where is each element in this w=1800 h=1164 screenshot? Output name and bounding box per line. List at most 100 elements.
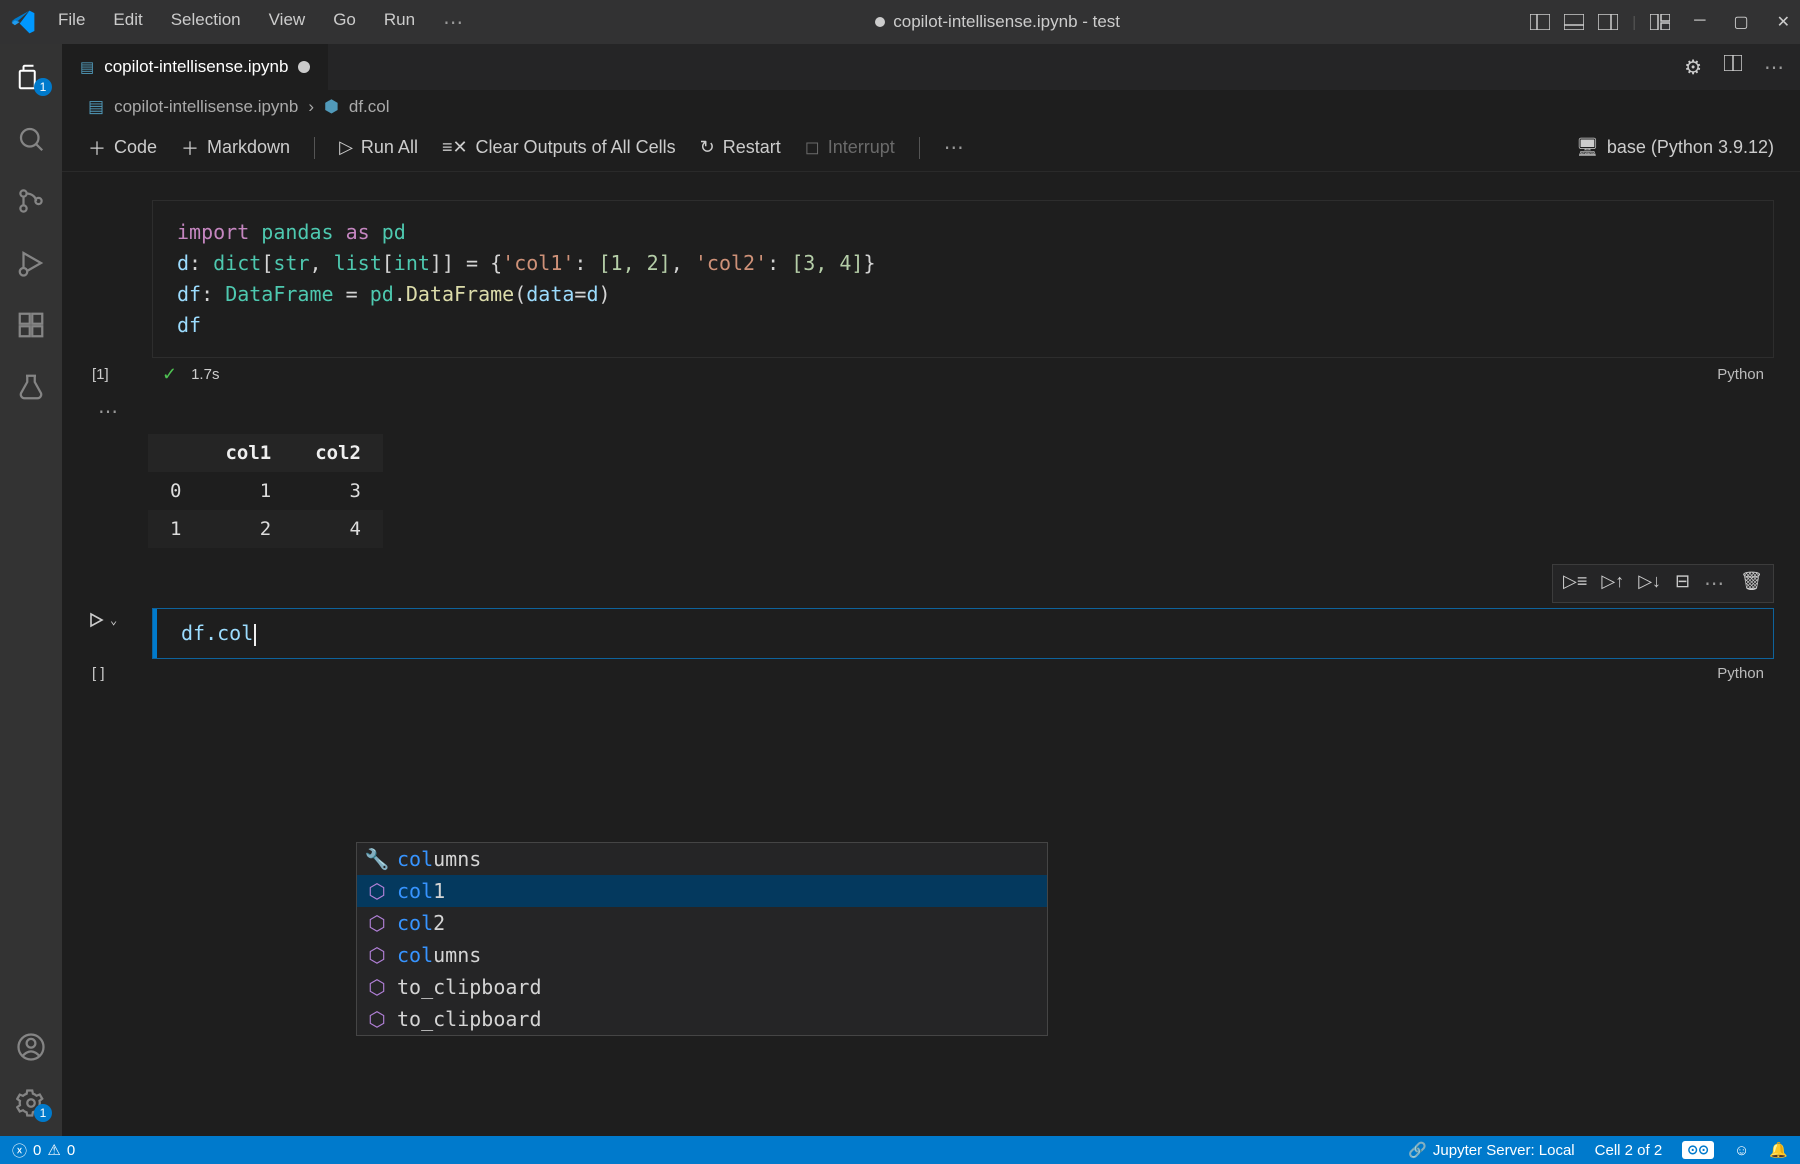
breadcrumb-file[interactable]: copilot-intellisense.ipynb: [114, 97, 298, 117]
suggestion-item[interactable]: ⬡ to_clipboard: [357, 1003, 1047, 1035]
menu-go[interactable]: Go: [333, 10, 356, 35]
split-editor-icon[interactable]: [1724, 55, 1742, 80]
warning-icon: ⚠: [47, 1141, 60, 1159]
cell-1-gutter: [88, 200, 138, 389]
table-row: 0 1 3: [148, 472, 383, 510]
settings-icon[interactable]: 1: [16, 1088, 46, 1118]
chevron-right-icon: ›: [308, 97, 314, 117]
cell-output-collapse-icon[interactable]: ⋯: [98, 401, 120, 423]
cell-2: ▷≡ ▷↑ ▷↓ ⊟ ⋯ 🗑 ⌄: [88, 608, 1774, 686]
tab-label: copilot-intellisense.ipynb: [104, 57, 288, 77]
dirty-indicator-icon: [875, 17, 885, 27]
run-all-button[interactable]: ▷Run All: [339, 137, 418, 158]
restart-button[interactable]: ↻Restart: [700, 137, 781, 158]
cell-2-toolbar: ▷≡ ▷↑ ▷↓ ⊟ ⋯ 🗑: [1552, 564, 1774, 603]
menu-view[interactable]: View: [269, 10, 306, 35]
suggestion-item[interactable]: ⬡ columns: [357, 939, 1047, 971]
tab-bar: ▤ copilot-intellisense.ipynb ⚙ ⋯: [62, 44, 1800, 90]
output-table: col1 col2 0 1 3 1 2 4: [148, 434, 383, 548]
split-cell-icon[interactable]: ⊟: [1675, 571, 1690, 596]
run-debug-icon[interactable]: [16, 248, 46, 278]
feedback-icon[interactable]: ☺: [1734, 1142, 1749, 1159]
tab-dirty-icon: [298, 61, 310, 73]
chevron-down-icon[interactable]: ⌄: [110, 613, 117, 627]
cell-2-lang[interactable]: Python: [1717, 665, 1764, 682]
cell-1-lang[interactable]: Python: [1717, 366, 1764, 383]
accounts-icon[interactable]: [16, 1032, 46, 1062]
cell-1-status: [1] ✓ 1.7s Python: [152, 358, 1774, 389]
delete-cell-icon[interactable]: 🗑: [1740, 571, 1763, 596]
titlebar: File Edit Selection View Go Run ⋯ copilo…: [0, 0, 1800, 44]
error-icon: ⓧ: [12, 1140, 27, 1161]
layout-customize-icon[interactable]: [1650, 14, 1670, 30]
copilot-icon: ⊙⊙: [1682, 1141, 1714, 1159]
toolbar-more-icon[interactable]: ⋯: [944, 135, 966, 160]
tab-gear-icon[interactable]: ⚙: [1684, 55, 1702, 80]
main-menu: File Edit Selection View Go Run ⋯: [58, 10, 465, 35]
search-icon[interactable]: [16, 124, 46, 154]
kernel-picker[interactable]: 🖥base (Python 3.9.12): [1576, 137, 1774, 158]
cell-1-code[interactable]: import pandas as pd d: dict[str, list[in…: [152, 200, 1774, 358]
tab-more-icon[interactable]: ⋯: [1764, 55, 1786, 80]
interrupt-icon: ◻: [805, 137, 820, 158]
breadcrumb-symbol-icon: ⬢: [324, 97, 339, 117]
explorer-icon[interactable]: 1: [16, 62, 46, 92]
interrupt-button: ◻Interrupt: [805, 137, 895, 158]
run-cell-button[interactable]: ⌄: [88, 612, 138, 628]
problems-button[interactable]: ⓧ0 ⚠0: [12, 1140, 75, 1161]
source-control-icon[interactable]: [16, 186, 46, 216]
notebook-toolbar: ＋Code ＋Markdown ▷Run All ≡✕Clear Outputs…: [62, 124, 1800, 172]
layout-icon-1[interactable]: [1530, 14, 1550, 30]
suggestion-item[interactable]: 🔧 columns: [357, 843, 1047, 875]
minimize-icon[interactable]: ─: [1694, 12, 1705, 32]
status-bar: ⓧ0 ⚠0 🔗Jupyter Server: Local Cell 2 of 2…: [0, 1136, 1800, 1164]
menu-edit[interactable]: Edit: [113, 10, 142, 35]
breadcrumb-file-icon: ▤: [88, 97, 104, 117]
clear-outputs-button[interactable]: ≡✕Clear Outputs of All Cells: [442, 137, 676, 158]
cell-2-editor[interactable]: df.col: [152, 608, 1774, 659]
add-markdown-button[interactable]: ＋Markdown: [181, 135, 290, 161]
add-code-button[interactable]: ＋Code: [88, 135, 157, 161]
suggestion-item[interactable]: ⬡ col1: [357, 875, 1047, 907]
tab-active[interactable]: ▤ copilot-intellisense.ipynb: [62, 44, 328, 90]
link-icon: 🔗: [1408, 1141, 1427, 1159]
notebook[interactable]: import pandas as pd d: dict[str, list[in…: [62, 172, 1800, 1136]
editor-area: ▤ copilot-intellisense.ipynb ⚙ ⋯ ▤ copil…: [62, 44, 1800, 1136]
menu-more-icon[interactable]: ⋯: [443, 10, 465, 35]
cell-status[interactable]: Cell 2 of 2: [1595, 1142, 1663, 1159]
run-all-icon: ▷: [339, 137, 353, 158]
breadcrumbs[interactable]: ▤ copilot-intellisense.ipynb › ⬢ df.col: [62, 90, 1800, 124]
run-by-line-icon[interactable]: ▷≡: [1563, 571, 1587, 596]
execute-above-icon[interactable]: ▷↑: [1601, 571, 1624, 596]
jupyter-server-button[interactable]: 🔗Jupyter Server: Local: [1408, 1141, 1574, 1159]
cube-icon: ⬡: [367, 943, 387, 967]
cell-2-code[interactable]: df.col: [181, 621, 253, 645]
intellisense-popup[interactable]: 🔧 columns ⬡ col1 ⬡ col2 ⬡ columns ⬡ t: [356, 842, 1048, 1036]
suggestion-item[interactable]: ⬡ col2: [357, 907, 1047, 939]
window-title-text: copilot-intellisense.ipynb - test: [893, 12, 1120, 32]
wrench-icon: 🔧: [367, 847, 387, 871]
close-icon[interactable]: ✕: [1777, 12, 1790, 32]
maximize-icon[interactable]: ▢: [1733, 12, 1748, 32]
menu-file[interactable]: File: [58, 10, 85, 35]
copilot-button[interactable]: ⊙⊙: [1682, 1141, 1714, 1159]
cell-more-icon[interactable]: ⋯: [1704, 571, 1726, 596]
bell-icon[interactable]: 🔔: [1769, 1141, 1788, 1159]
suggestion-item[interactable]: ⬡ to_clipboard: [357, 971, 1047, 1003]
plus-icon: ＋: [181, 135, 199, 161]
extensions-icon[interactable]: [16, 310, 46, 340]
settings-badge: 1: [34, 1104, 52, 1122]
execute-below-icon[interactable]: ▷↓: [1638, 571, 1661, 596]
testing-icon[interactable]: [16, 372, 46, 402]
menu-run[interactable]: Run: [384, 10, 415, 35]
layout-icon-2[interactable]: [1564, 14, 1584, 30]
cell-1-exec-count: [1]: [92, 366, 109, 383]
table-header: col1 col2: [148, 434, 383, 472]
notebook-icon: ▤: [80, 58, 94, 76]
breadcrumb-symbol[interactable]: df.col: [349, 97, 390, 117]
check-icon: ✓: [162, 364, 177, 385]
menu-selection[interactable]: Selection: [171, 10, 241, 35]
restart-icon: ↻: [700, 137, 715, 158]
layout-icon-3[interactable]: [1598, 14, 1618, 30]
activity-bar: 1 1: [0, 44, 62, 1136]
